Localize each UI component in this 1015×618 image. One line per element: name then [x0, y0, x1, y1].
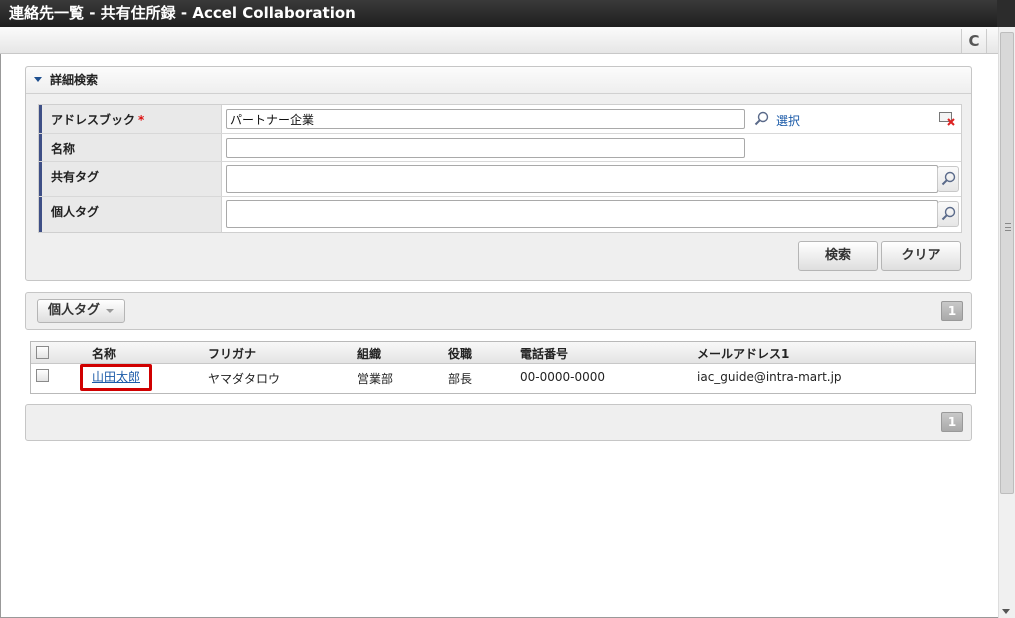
- detailed-search-panel: 詳細検索 アドレスブック* 選択: [25, 66, 972, 281]
- name-input[interactable]: [226, 138, 745, 158]
- detailed-search-title: 詳細検索: [50, 73, 99, 87]
- search-icon: [941, 171, 956, 186]
- name-label: 名称: [39, 134, 222, 161]
- cell-furigana: ヤマダタロウ: [208, 372, 281, 386]
- refresh-icon: C: [968, 32, 980, 50]
- table-row: 山田太郎 ヤマダタロウ 営業部 部長 00-0000-0000 iac_guid…: [31, 364, 975, 394]
- window-title-bar: 連絡先一覧 - 共有住所録 - Accel Collaboration: [0, 0, 1015, 27]
- personal-tag-field: [223, 197, 961, 232]
- column-header-furigana[interactable]: フリガナ: [208, 345, 256, 362]
- address-book-field: 選択: [223, 105, 961, 133]
- form-row-personal-tag: 個人タグ: [39, 197, 961, 232]
- search-form: アドレスブック* 選択 名称: [38, 104, 962, 233]
- shared-tag-search-button[interactable]: [937, 166, 959, 192]
- address-book-label: アドレスブック *: [39, 105, 222, 133]
- personal-tag-label-text: 個人タグ: [51, 205, 100, 219]
- address-book-select-link[interactable]: 選択: [776, 112, 800, 129]
- scroll-down-arrow-icon[interactable]: [1002, 609, 1010, 614]
- vertical-scrollbar[interactable]: [998, 27, 1015, 618]
- contact-name-link[interactable]: 山田太郎: [80, 364, 152, 391]
- scrollbar-grip-icon: [1005, 223, 1011, 231]
- contacts-table: 名称 フリガナ 組織 役職 電話番号 メールアドレス1 山田太郎 ヤマダタロウ …: [30, 341, 976, 394]
- cell-phone: 00-0000-0000: [520, 370, 606, 384]
- pager-page-1-bottom[interactable]: 1: [941, 412, 963, 432]
- clear-selection-icon[interactable]: [939, 112, 955, 126]
- search-icon[interactable]: [754, 111, 770, 127]
- search-button[interactable]: 検索: [798, 241, 878, 271]
- personal-tag-dropdown[interactable]: 個人タグ: [37, 299, 125, 323]
- personal-tag-dropdown-label: 個人タグ: [48, 303, 101, 318]
- cell-email: iac_guide@intra-mart.jp: [697, 370, 842, 384]
- column-header-position[interactable]: 役職: [448, 345, 472, 362]
- name-label-text: 名称: [51, 142, 76, 156]
- search-icon: [941, 206, 956, 221]
- row-checkbox[interactable]: [36, 369, 49, 382]
- cell-organization: 営業部: [357, 372, 394, 386]
- cell-position: 部長: [448, 372, 473, 386]
- form-row-name: 名称: [39, 134, 961, 162]
- address-book-label-text: アドレスブック: [51, 113, 136, 127]
- shared-tag-input[interactable]: [226, 165, 938, 193]
- form-row-shared-tag: 共有タグ: [39, 162, 961, 197]
- shared-tag-label-text: 共有タグ: [51, 170, 100, 184]
- form-row-address-book: アドレスブック* 選択: [39, 105, 961, 134]
- detailed-search-header[interactable]: 詳細検索: [26, 67, 971, 94]
- column-header-organization[interactable]: 組織: [357, 345, 381, 362]
- table-header: 名称 フリガナ 組織 役職 電話番号 メールアドレス1: [31, 342, 975, 364]
- pager-page-1-top[interactable]: 1: [941, 301, 963, 321]
- toolbar: C: [0, 27, 998, 54]
- clear-button[interactable]: クリア: [881, 241, 961, 271]
- personal-tag-search-button[interactable]: [937, 201, 959, 227]
- tag-filter-bar: 個人タグ 1: [25, 292, 972, 330]
- shared-tag-label: 共有タグ: [39, 162, 222, 196]
- chevron-down-icon: [106, 309, 114, 313]
- window-control[interactable]: [997, 0, 1015, 27]
- name-field: [223, 134, 961, 161]
- personal-tag-input[interactable]: [226, 200, 938, 228]
- window-title: 連絡先一覧 - 共有住所録 - Accel Collaboration: [9, 4, 356, 22]
- select-all-checkbox[interactable]: [36, 346, 49, 359]
- personal-tag-label: 個人タグ: [39, 197, 222, 232]
- shared-tag-field: [223, 162, 961, 196]
- required-mark: *: [138, 113, 145, 127]
- bottom-pager-bar: 1: [25, 404, 972, 441]
- refresh-button[interactable]: C: [961, 29, 987, 53]
- collapse-triangle-icon[interactable]: [34, 77, 42, 82]
- column-header-phone[interactable]: 電話番号: [520, 345, 568, 362]
- column-header-name[interactable]: 名称: [92, 345, 116, 362]
- address-book-input[interactable]: [226, 109, 745, 129]
- column-header-email[interactable]: メールアドレス1: [697, 345, 789, 362]
- scrollbar-thumb[interactable]: [1000, 32, 1014, 494]
